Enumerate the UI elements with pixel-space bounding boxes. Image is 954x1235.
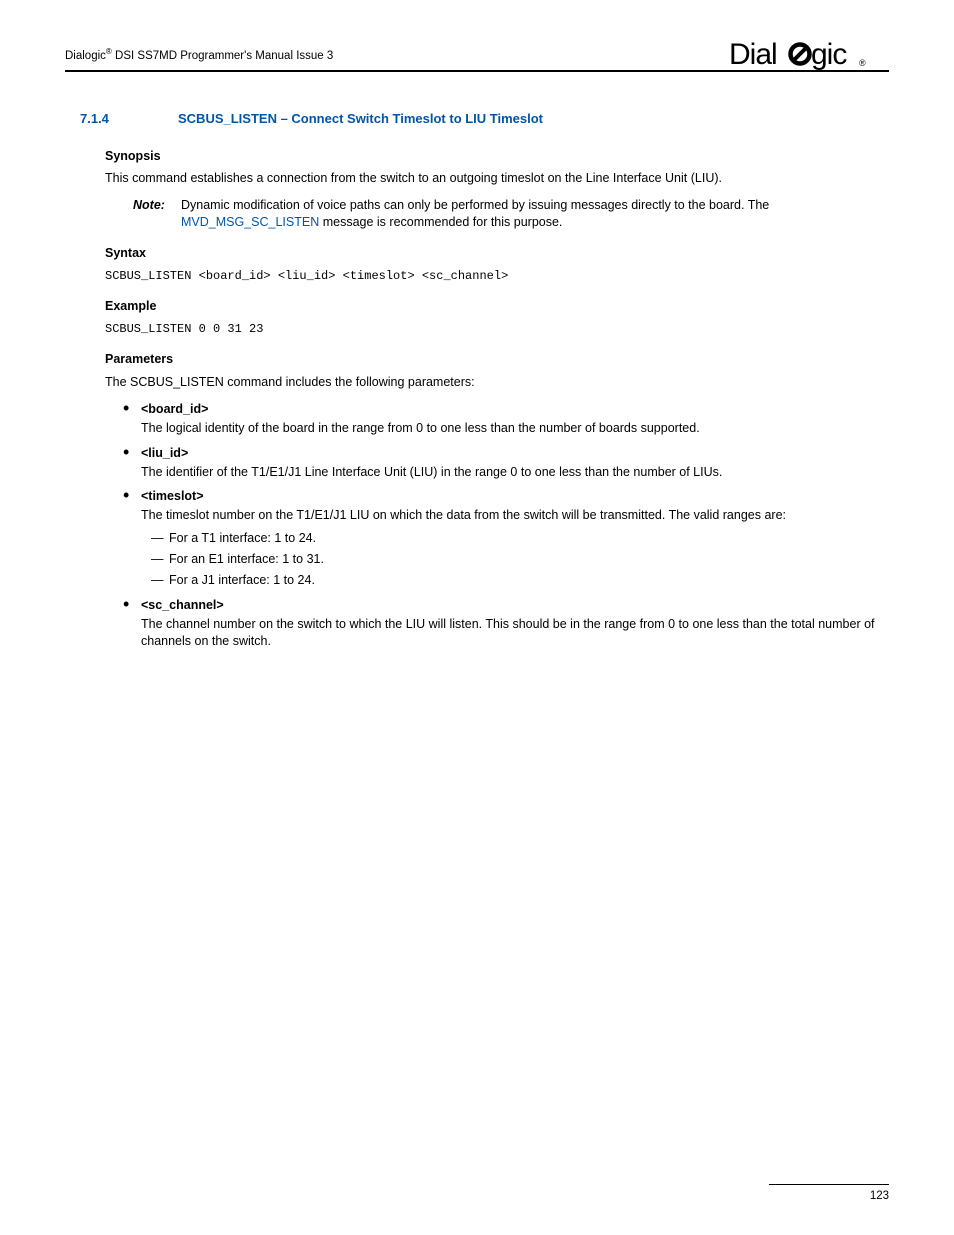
param-item: <liu_id> The identifier of the T1/E1/J1 … (123, 445, 889, 481)
note-body: Dynamic modification of voice paths can … (181, 197, 889, 231)
page-number: 123 (870, 1190, 889, 1202)
synopsis-heading: Synopsis (105, 148, 889, 165)
param-name: <liu_id> (141, 445, 889, 462)
param-name: <timeslot> (141, 488, 889, 505)
content-body: Synopsis This command establishes a conn… (105, 148, 889, 650)
page-footer: 123 (769, 1184, 889, 1205)
note-block: Note: Dynamic modification of voice path… (133, 197, 889, 231)
svg-text:gic: gic (811, 38, 847, 71)
param-item: <board_id> The logical identity of the b… (123, 401, 889, 437)
param-desc: The logical identity of the board in the… (141, 420, 889, 437)
document-page: Dialogic ® DSI SS7MD Programmer's Manual … (0, 0, 954, 1235)
sublist-item: For an E1 interface: 1 to 31. (151, 551, 889, 568)
synopsis-text: This command establishes a connection fr… (105, 170, 889, 187)
header-title: Dialogic® DSI SS7MD Programmer's Manual … (65, 47, 333, 70)
parameters-intro: The SCBUS_LISTEN command includes the fo… (105, 374, 889, 391)
section-number: 7.1.4 (80, 110, 178, 128)
param-desc: The timeslot number on the T1/E1/J1 LIU … (141, 507, 889, 524)
param-name: <board_id> (141, 401, 889, 418)
note-post: message is recommended for this purpose. (319, 215, 562, 229)
section-title: SCBUS_LISTEN – Connect Switch Timeslot t… (178, 110, 889, 128)
syntax-heading: Syntax (105, 245, 889, 262)
param-sublist: For a T1 interface: 1 to 24. For an E1 i… (141, 530, 889, 589)
example-heading: Example (105, 298, 889, 315)
param-desc: The identifier of the T1/E1/J1 Line Inte… (141, 464, 889, 481)
svg-text:Dial: Dial (729, 38, 777, 71)
note-label: Note: (133, 197, 181, 231)
syntax-code: SCBUS_LISTEN <board_id> <liu_id> <timesl… (105, 268, 889, 284)
param-desc: The channel number on the switch to whic… (141, 616, 889, 650)
param-item: <timeslot> The timeslot number on the T1… (123, 488, 889, 588)
sublist-item: For a T1 interface: 1 to 24. (151, 530, 889, 547)
note-link[interactable]: MVD_MSG_SC_LISTEN (181, 215, 319, 229)
parameters-heading: Parameters (105, 351, 889, 368)
section-heading: 7.1.4 SCBUS_LISTEN – Connect Switch Time… (80, 110, 889, 128)
example-code: SCBUS_LISTEN 0 0 31 23 (105, 321, 889, 337)
param-name: <sc_channel> (141, 597, 889, 614)
parameters-list: <board_id> The logical identity of the b… (105, 401, 889, 650)
header-suffix: DSI SS7MD Programmer's Manual Issue 3 (112, 49, 333, 61)
header-prefix: Dialogic (65, 49, 106, 61)
svg-text:®: ® (859, 58, 866, 68)
sublist-item: For a J1 interface: 1 to 24. (151, 572, 889, 589)
param-item: <sc_channel> The channel number on the s… (123, 597, 889, 650)
note-pre: Dynamic modification of voice paths can … (181, 198, 769, 212)
brand-logo: Dial gic ® (729, 38, 889, 68)
page-header: Dialogic ® DSI SS7MD Programmer's Manual … (65, 38, 889, 72)
